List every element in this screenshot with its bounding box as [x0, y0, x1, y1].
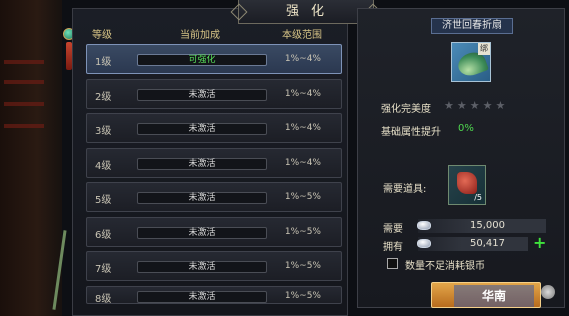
bound-badge: 绑 — [478, 43, 490, 55]
window-title: 强化 — [238, 0, 374, 24]
header-current-bonus: 当前加成 — [180, 30, 220, 41]
status-bar: 未激活 — [137, 157, 267, 170]
use-silver-label: 数量不足消耗银币 — [405, 261, 485, 272]
level-label: 7级 — [95, 264, 112, 275]
perfection-stars: ★★★★★ — [444, 99, 509, 112]
corner-ornament-icon — [541, 285, 555, 299]
attribute-value: 0% — [458, 123, 474, 134]
material-count: /5 — [474, 193, 482, 202]
level-range: 1%~4% — [284, 157, 321, 168]
header-range: 本级范围 — [282, 30, 322, 41]
status-bar: 未激活 — [137, 123, 267, 135]
level-range: 1%~5% — [284, 290, 321, 301]
material-label: 需要道具: — [383, 184, 427, 195]
decoration-stroke — [4, 60, 44, 64]
required-value: 15,000 — [470, 220, 505, 231]
level-range: 1%~5% — [284, 226, 321, 237]
level-row[interactable]: 5级 未激活 1%~5% — [86, 182, 342, 212]
level-row[interactable]: 2级 未激活 1%~4% — [86, 78, 342, 109]
level-row[interactable]: 1级 可强化 1%~4% — [86, 44, 342, 74]
level-row[interactable]: 4级 未激活 1%~4% — [86, 147, 342, 178]
level-label: 3级 — [95, 126, 112, 137]
left-background-decoration — [0, 0, 67, 316]
add-currency-button[interactable]: + — [533, 235, 546, 251]
perfection-label: 强化完美度 — [381, 104, 431, 115]
required-label: 需要 — [383, 224, 403, 235]
level-range: 1%~5% — [284, 192, 321, 202]
gem-graphic — [457, 172, 477, 194]
item-name: 济世回春折扇 — [431, 18, 513, 34]
status-bar: 未激活 — [137, 226, 267, 239]
owned-value: 50,417 — [470, 238, 505, 249]
level-label: 2级 — [95, 91, 112, 103]
header-level: 等级 — [92, 30, 112, 41]
level-range: 1%~4% — [284, 54, 321, 64]
level-row[interactable]: 3级 未激活 1%~4% — [86, 113, 342, 143]
silver-ingot-icon — [417, 221, 431, 230]
red-gem-icon[interactable]: /5 — [448, 165, 486, 205]
decoration-stroke — [4, 124, 44, 128]
silver-ingot-icon — [417, 239, 431, 248]
watermark-logo: 华南 — [454, 285, 534, 307]
status-bar: 未激活 — [137, 192, 267, 204]
attribute-label: 基础属性提升 — [381, 127, 441, 138]
level-row[interactable]: 8级 未激活 1%~5% — [86, 285, 342, 304]
level-label: 4级 — [95, 160, 112, 172]
level-range: 1%~4% — [284, 123, 321, 133]
level-row[interactable]: 7级 未激活 1%~5% — [86, 251, 342, 281]
owned-label: 拥有 — [383, 242, 403, 253]
level-label: 6级 — [95, 229, 112, 241]
level-range: 1%~4% — [284, 88, 321, 99]
level-label: 5级 — [95, 195, 112, 206]
level-range: 1%~5% — [284, 261, 321, 271]
level-row[interactable]: 6级 未激活 1%~5% — [86, 216, 342, 247]
status-bar: 可强化 — [137, 54, 267, 66]
bamboo-decoration — [52, 230, 67, 310]
decoration-stroke — [4, 80, 44, 84]
status-bar: 未激活 — [137, 290, 267, 303]
use-silver-checkbox[interactable] — [387, 258, 398, 269]
level-label: 1级 — [95, 57, 112, 68]
status-bar: 未激活 — [137, 261, 267, 273]
level-label: 8级 — [95, 293, 112, 304]
folding-fan-icon[interactable]: 绑 — [451, 42, 491, 82]
level-list: 1级 可强化 1%~4% 2级 未激活 1%~4% 3级 未激活 1%~4% 4… — [86, 44, 342, 308]
table-header: 等级 当前加成 本级范围 — [84, 24, 346, 41]
decoration-stroke — [4, 102, 44, 106]
status-bar: 未激活 — [137, 88, 267, 101]
